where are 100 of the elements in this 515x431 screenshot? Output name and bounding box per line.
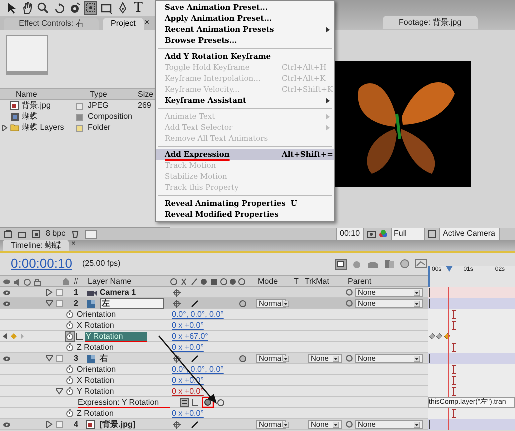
language-menu-icon[interactable]: [217, 398, 225, 406]
collapsed-triangle-icon[interactable]: [46, 421, 53, 428]
color-channels-icon[interactable]: [379, 230, 388, 238]
project-item[interactable]: 蝴蝶: [22, 111, 38, 123]
3d-layer-switch-icon[interactable]: [239, 354, 247, 362]
close-icon[interactable]: ×: [71, 238, 76, 250]
graph-editor-icon[interactable]: [415, 259, 427, 269]
shy-switch-icon[interactable]: [173, 288, 181, 296]
layer-name[interactable]: [背景.jpg]: [100, 420, 136, 429]
stopwatch-icon[interactable]: [66, 343, 74, 352]
expanded-triangle-icon[interactable]: [56, 388, 63, 395]
stopwatch-icon[interactable]: [66, 365, 74, 374]
eye-icon[interactable]: [3, 290, 11, 296]
new-composition-icon[interactable]: [32, 230, 41, 238]
rectangle-icon[interactable]: [100, 2, 112, 14]
quality-switch-icon[interactable]: [191, 300, 199, 308]
column-header[interactable]: Parent: [346, 276, 428, 288]
snapshot-icon[interactable]: [367, 230, 376, 238]
playhead-icon[interactable]: [446, 266, 453, 273]
camera-orbit-icon[interactable]: [68, 2, 80, 14]
new-folder-icon[interactable]: [18, 230, 27, 238]
trash-icon[interactable]: [70, 230, 80, 238]
property-name[interactable]: Orientation: [76, 365, 118, 374]
property-name[interactable]: Y Rotation: [76, 387, 116, 396]
property-value[interactable]: 0 x +0.0°: [170, 343, 256, 352]
rotate-icon[interactable]: [52, 2, 64, 14]
shy-switch-icon[interactable]: [173, 420, 181, 428]
project-item[interactable]: 蝴蝶 Layers: [22, 122, 64, 134]
property-name[interactable]: Y Rotation: [85, 332, 147, 341]
scrollbar[interactable]: [84, 230, 97, 238]
3d-layer-switch-icon[interactable]: [239, 300, 247, 308]
column-header[interactable]: T: [294, 276, 299, 288]
dropdown-arrow-icon[interactable]: [283, 356, 290, 362]
layer-name[interactable]: Camera 1: [100, 288, 136, 297]
property-name[interactable]: Orientation: [76, 310, 118, 319]
layer-name[interactable]: 右: [100, 354, 108, 363]
property-name[interactable]: Z Rotation: [76, 343, 115, 352]
expanded-triangle-icon[interactable]: [46, 300, 53, 307]
quality-switch-icon[interactable]: [191, 354, 199, 362]
panel-tab[interactable]: Project: [103, 18, 144, 30]
column-header[interactable]: Type: [76, 89, 138, 101]
layer-duration-bar[interactable]: [428, 419, 515, 430]
pan-behind-icon[interactable]: [84, 2, 96, 14]
layer-duration-bar[interactable]: [428, 298, 515, 309]
stopwatch-icon[interactable]: [66, 310, 74, 319]
dropdown-arrow-icon[interactable]: [333, 356, 339, 362]
column-header[interactable]: Mode: [256, 276, 294, 288]
timeline-tab[interactable]: Timeline: 蝴蝶: [3, 240, 70, 251]
grid-icon[interactable]: [428, 230, 436, 238]
close-icon[interactable]: ×: [144, 17, 150, 29]
motion-blur-icon[interactable]: [400, 259, 410, 269]
stopwatch-icon[interactable]: [66, 321, 74, 330]
shy-switch-icon[interactable]: [173, 300, 181, 308]
column-header[interactable]: #: [72, 276, 86, 288]
column-header[interactable]: Name: [0, 89, 76, 101]
graph-curve-icon[interactable]: [76, 332, 83, 340]
property-name[interactable]: X Rotation: [76, 376, 116, 385]
shy-switch-icon[interactable]: [173, 354, 181, 362]
column-header[interactable]: Layer Name: [86, 276, 170, 288]
quality-switch-icon[interactable]: [191, 420, 199, 428]
panel-tab[interactable]: Effect Controls: 右: [4, 18, 99, 30]
collapsed-triangle-icon[interactable]: [2, 125, 8, 131]
keyframe-navigator-icon[interactable]: [3, 333, 25, 340]
property-value[interactable]: 0 x +0.0°: [170, 321, 256, 330]
hand-icon[interactable]: [20, 2, 32, 14]
interpret-footage-icon[interactable]: [4, 230, 13, 238]
dropdown-arrow-icon[interactable]: [414, 422, 420, 428]
dropdown-arrow-icon[interactable]: [414, 300, 420, 306]
property-name[interactable]: X Rotation: [76, 321, 116, 330]
draft-3d-icon[interactable]: [367, 260, 379, 268]
stopwatch-icon[interactable]: [66, 376, 74, 385]
collapsed-triangle-icon[interactable]: [46, 289, 53, 296]
current-time[interactable]: 0:00:00:10: [11, 254, 72, 274]
layer-name-field[interactable]: 左: [100, 298, 164, 309]
stopwatch-icon[interactable]: [66, 387, 74, 396]
label-color-swatch[interactable]: [56, 300, 63, 307]
pickwhip-icon[interactable]: [202, 397, 214, 408]
dropdown-arrow-icon[interactable]: [414, 290, 420, 296]
stopwatch-icon[interactable]: [66, 332, 74, 341]
comp-mini-flowchart-icon[interactable]: [335, 258, 347, 270]
expression-graph-icon[interactable]: [192, 398, 199, 407]
label-color-swatch[interactable]: [56, 355, 63, 362]
eye-icon[interactable]: [3, 356, 11, 362]
label-color-swatch[interactable]: [76, 124, 83, 132]
dropdown-arrow-icon[interactable]: [414, 356, 420, 362]
viewer-tab[interactable]: Footage: 背景.jpg: [383, 16, 478, 29]
bit-depth-button[interactable]: 8 bpc: [46, 228, 66, 240]
property-value[interactable]: 0 x +0.0°: [170, 387, 256, 396]
pen-icon[interactable]: [116, 2, 128, 14]
zoom-icon[interactable]: [36, 2, 48, 14]
dropdown-arrow-icon[interactable]: [283, 300, 290, 306]
layer-duration-bar[interactable]: [428, 287, 515, 298]
dropdown-arrow-icon[interactable]: [283, 422, 290, 428]
layer-duration-bar[interactable]: [428, 353, 515, 364]
property-value[interactable]: 0 x +67.0°: [170, 332, 256, 341]
expression-toggle-icon[interactable]: [180, 398, 189, 407]
property-value[interactable]: 0 x +0.0°: [170, 409, 256, 418]
text-tool[interactable]: T: [134, 0, 144, 16]
label-color-swatch[interactable]: [76, 114, 83, 120]
property-name[interactable]: Z Rotation: [76, 409, 115, 418]
